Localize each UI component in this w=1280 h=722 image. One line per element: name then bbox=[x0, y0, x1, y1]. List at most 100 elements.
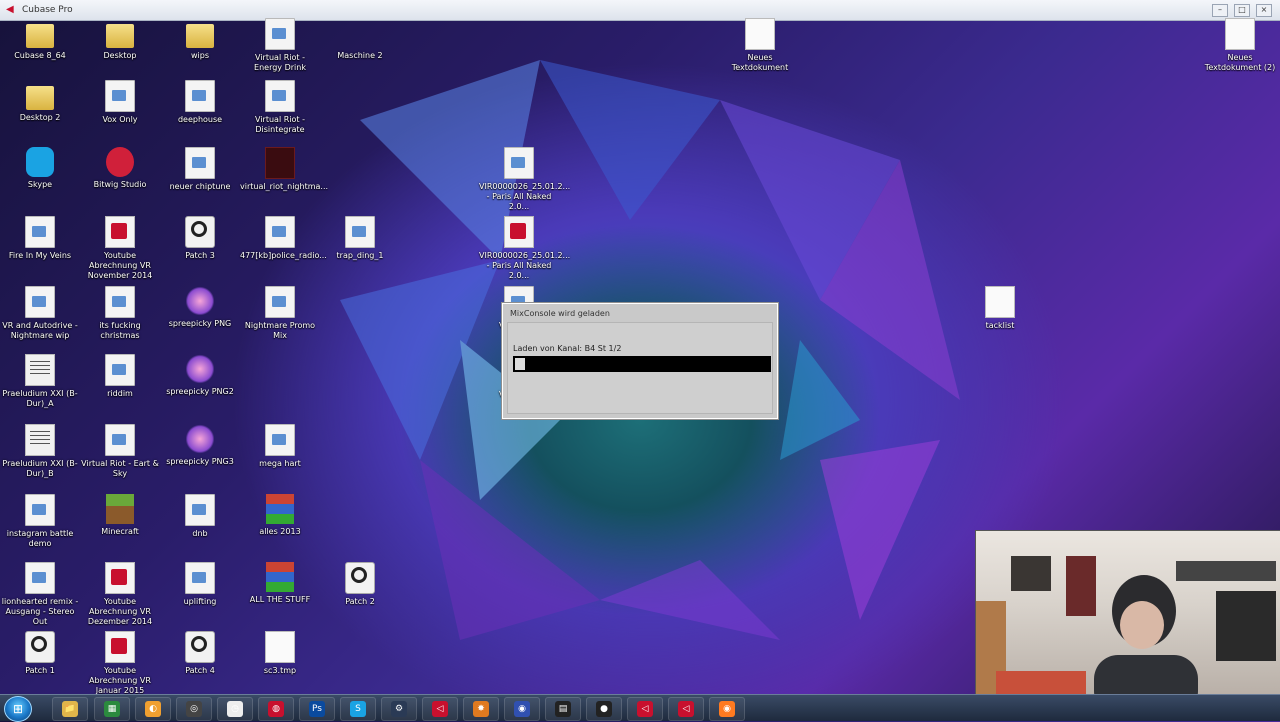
taskbar-blender-button[interactable]: ✸ bbox=[463, 697, 499, 721]
taskbar-obs-button[interactable]: ● bbox=[586, 697, 622, 721]
desktop-icon[interactable]: Minecraft bbox=[80, 494, 160, 537]
maximize-button[interactable]: □ bbox=[1234, 4, 1250, 17]
desktop-icon-label: Cubase 8_64 bbox=[14, 51, 66, 60]
spree-icon bbox=[186, 354, 214, 384]
desktop-icon[interactable]: dnb bbox=[160, 494, 240, 539]
desktop-icon[interactable]: uplifting bbox=[160, 562, 240, 607]
desktop-icon-label: Bitwig Studio bbox=[93, 180, 147, 189]
taskbar-media-button[interactable]: ▤ bbox=[545, 697, 581, 721]
desktop-icon[interactable]: Maschine 2 bbox=[320, 18, 400, 61]
pdf-icon bbox=[105, 216, 135, 248]
doc-icon bbox=[105, 354, 135, 386]
desktop-icon-label: mega hart bbox=[259, 459, 301, 468]
desktop-icon[interactable]: virtual_riot_nightma... bbox=[240, 147, 328, 192]
desktop-icon-label: deephouse bbox=[177, 115, 223, 124]
desktop-icon-label: VIR0000026_25.01.2... - Paris All Naked … bbox=[479, 251, 571, 280]
desktop-icon-label: Desktop bbox=[103, 51, 137, 60]
desktop-icon[interactable]: deephouse bbox=[160, 80, 240, 125]
desktop-icon[interactable]: Desktop 2 bbox=[0, 80, 80, 123]
desktop-icon[interactable]: Neues Textdokument (2) bbox=[1200, 18, 1280, 73]
desktop-icon[interactable]: ALL THE STUFF bbox=[240, 562, 320, 605]
desktop-icon[interactable]: Vox Only bbox=[80, 80, 160, 125]
mixconsole-loading-dialog: MixConsole wird geladen Laden von Kanal:… bbox=[502, 303, 778, 419]
desktop-icon[interactable]: lionhearted remix - Ausgang - Stereo Out bbox=[0, 562, 80, 627]
taskbar-skype-button[interactable]: S bbox=[340, 697, 376, 721]
desktop-icon[interactable]: Bitwig Studio bbox=[80, 147, 160, 190]
desktop-icon[interactable]: sc3.tmp bbox=[240, 631, 320, 676]
rar-icon bbox=[266, 562, 294, 592]
desktop-icon[interactable]: neuer chiptune bbox=[160, 147, 240, 192]
explorer-icon: 📁 bbox=[62, 701, 78, 717]
skype-icon: S bbox=[350, 701, 366, 717]
desktop-icon[interactable]: mega hart bbox=[240, 424, 320, 469]
doc-icon bbox=[25, 494, 55, 526]
desktop-icon[interactable]: spreepicky PNG3 bbox=[160, 424, 240, 467]
taskbar-maschine-button[interactable]: ◍ bbox=[258, 697, 294, 721]
desktop-icon[interactable]: VR and Autodrive - Nightmare wip bbox=[0, 286, 80, 341]
desktop-icon[interactable]: spreepicky PNG2 bbox=[160, 354, 240, 397]
desktop-icon[interactable]: Praeludium XXI (B-Dur)_A bbox=[0, 354, 80, 409]
desktop-icon[interactable]: Patch 3 bbox=[160, 216, 240, 261]
firefox-icon: ◉ bbox=[719, 701, 735, 717]
desktop-icon[interactable]: Patch 2 bbox=[320, 562, 400, 607]
desktop-icon-label: ALL THE STUFF bbox=[249, 595, 311, 604]
desktop-icon[interactable]: Praeludium XXI (B-Dur)_B bbox=[0, 424, 80, 479]
desktop-icon[interactable]: Virtual Riot - Energy Drink bbox=[240, 18, 320, 73]
taskbar-fl-studio-button[interactable]: ▦ bbox=[94, 697, 130, 721]
taskbar-steam-button[interactable]: ⚙ bbox=[381, 697, 417, 721]
desktop-icon[interactable]: Youtube Abrechnung VR Januar 2015 bbox=[80, 631, 160, 696]
taskbar-app-button[interactable]: ◐ bbox=[135, 697, 171, 721]
desktop-icon[interactable]: 477[kb]police_radio... bbox=[240, 216, 327, 261]
desktop-icon[interactable]: Youtube Abrechnung VR Dezember 2014 bbox=[80, 562, 160, 627]
blender-icon: ✸ bbox=[473, 701, 489, 717]
desktop-icon[interactable]: Nightmare Promo Mix bbox=[240, 286, 320, 341]
spree-icon bbox=[186, 286, 214, 316]
desktop-icon-label: Patch 3 bbox=[185, 251, 215, 260]
desktop-icon[interactable]: Youtube Abrechnung VR November 2014 bbox=[80, 216, 160, 281]
folder-icon bbox=[26, 24, 54, 48]
desktop-icon[interactable]: Neues Textdokument bbox=[720, 18, 800, 73]
start-button[interactable]: ⊞ bbox=[4, 696, 32, 722]
taskbar-photoshop-button[interactable]: Ps bbox=[299, 697, 335, 721]
taskbar-cubase3-button[interactable]: ◁ bbox=[668, 697, 704, 721]
taskbar-nmsv-button[interactable]: ◎ bbox=[176, 697, 212, 721]
taskbar-app2-button[interactable]: ◉ bbox=[504, 697, 540, 721]
desktop-icon[interactable]: riddim bbox=[80, 354, 160, 399]
doc-icon bbox=[185, 494, 215, 526]
close-button[interactable]: × bbox=[1256, 4, 1272, 17]
app-icon bbox=[346, 18, 374, 48]
skype-icon bbox=[26, 147, 54, 177]
desktop-icon[interactable]: Desktop bbox=[80, 18, 160, 61]
desktop-icon[interactable]: instagram battle demo bbox=[0, 494, 80, 549]
desktop-icon[interactable]: spreepicky PNG bbox=[160, 286, 240, 329]
doc-icon bbox=[504, 147, 534, 179]
desktop-icon-label: Nightmare Promo Mix bbox=[244, 321, 316, 340]
clock-icon: ◷ bbox=[227, 701, 243, 717]
desktop-icon[interactable]: Patch 4 bbox=[160, 631, 240, 676]
taskbar-cubase2-button[interactable]: ◁ bbox=[627, 697, 663, 721]
desktop-icon[interactable]: VIR0000026_25.01.2... - Paris All Naked … bbox=[479, 216, 571, 281]
desktop-icon-label: Youtube Abrechnung VR November 2014 bbox=[87, 251, 153, 280]
desktop-icon[interactable]: Virtual Riot - Eart & Sky bbox=[80, 424, 160, 479]
taskbar-firefox-button[interactable]: ◉ bbox=[709, 697, 745, 721]
desktop-icon[interactable]: tacklist bbox=[960, 286, 1040, 331]
pdf-icon bbox=[504, 216, 534, 248]
desktop-icon-label: trap_ding_1 bbox=[336, 251, 384, 260]
desktop-icon[interactable]: its fucking christmas bbox=[80, 286, 160, 341]
minimize-button[interactable]: – bbox=[1212, 4, 1228, 17]
desktop-icon[interactable]: Virtual Riot - Disintegrate bbox=[240, 80, 320, 135]
desktop-icon[interactable]: Skype bbox=[0, 147, 80, 190]
nmsv-icon bbox=[345, 562, 375, 594]
desktop-icon[interactable]: VIR0000026_25.01.2... - Paris All Naked … bbox=[479, 147, 570, 212]
desktop-icon[interactable]: alles 2013 bbox=[240, 494, 320, 537]
desktop-icon[interactable]: Fire In My Veins bbox=[0, 216, 80, 261]
desktop-icon[interactable]: Cubase 8_64 bbox=[0, 18, 80, 61]
webcam-overlay bbox=[975, 530, 1280, 695]
desktop-icon[interactable]: trap_ding_1 bbox=[320, 216, 400, 261]
taskbar-cubase-button[interactable]: ◁ bbox=[422, 697, 458, 721]
taskbar-explorer-button[interactable]: 📁 bbox=[52, 697, 88, 721]
red-icon bbox=[265, 147, 295, 179]
desktop-icon[interactable]: Patch 1 bbox=[0, 631, 80, 676]
desktop-icon[interactable]: wips bbox=[160, 18, 240, 61]
taskbar-clock-button[interactable]: ◷ bbox=[217, 697, 253, 721]
